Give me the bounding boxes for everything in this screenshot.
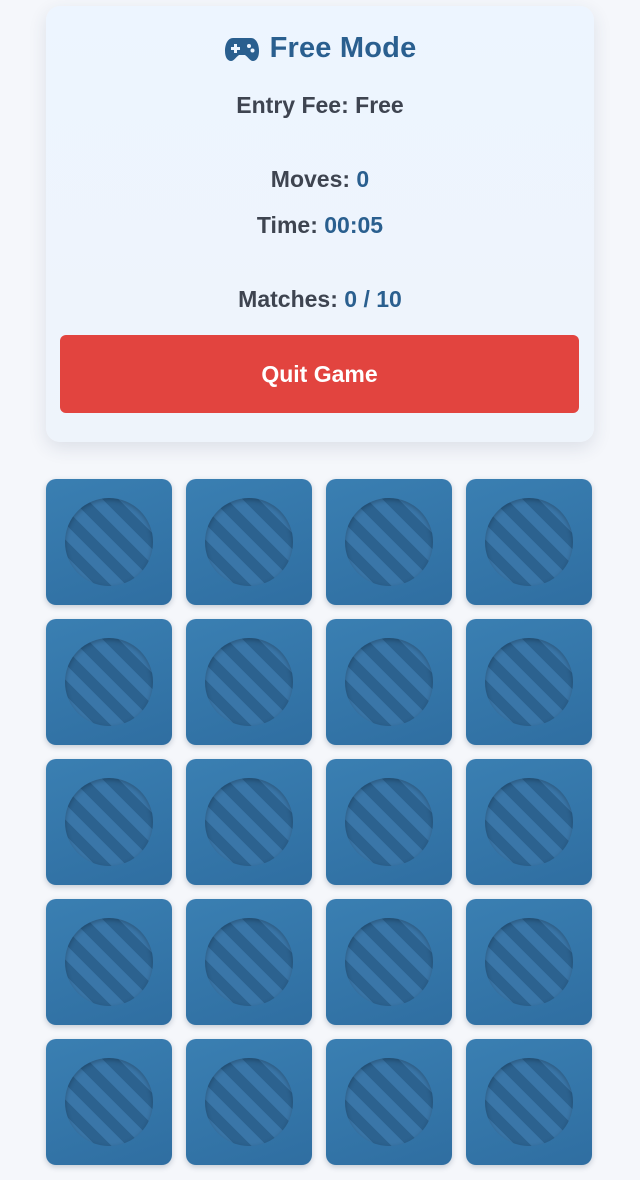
timer: Time: 00:05 (46, 212, 594, 239)
striped-circle-icon (485, 498, 573, 586)
memory-card[interactable] (46, 899, 172, 1025)
striped-circle-icon (65, 918, 153, 1006)
entry-fee: Entry Fee: Free (46, 92, 594, 119)
memory-card[interactable] (46, 479, 172, 605)
memory-card[interactable] (326, 899, 452, 1025)
moves-value: 0 (356, 166, 370, 192)
striped-circle-icon (205, 638, 293, 726)
striped-circle-icon (345, 918, 433, 1006)
memory-card[interactable] (466, 479, 592, 605)
memory-card[interactable] (466, 619, 592, 745)
striped-circle-icon (485, 918, 573, 1006)
entry-fee-value: Free (355, 92, 404, 118)
matches-value: 0 / 10 (344, 286, 402, 312)
matches-label: Matches: (238, 286, 338, 312)
striped-circle-icon (485, 1058, 573, 1146)
moves-label: Moves: (270, 166, 351, 192)
striped-circle-icon (65, 1058, 153, 1146)
memory-card[interactable] (46, 759, 172, 885)
card-grid (46, 479, 594, 1165)
moves-counter: Moves: 0 (46, 166, 594, 193)
memory-card[interactable] (466, 1039, 592, 1165)
striped-circle-icon (65, 498, 153, 586)
striped-circle-icon (345, 1058, 433, 1146)
memory-card[interactable] (326, 759, 452, 885)
memory-card[interactable] (326, 1039, 452, 1165)
title-row: Free Mode (46, 32, 594, 65)
memory-card[interactable] (326, 619, 452, 745)
memory-card[interactable] (186, 1039, 312, 1165)
memory-card[interactable] (466, 759, 592, 885)
entry-fee-label: Entry Fee: (236, 92, 349, 118)
memory-card[interactable] (186, 899, 312, 1025)
game-info-panel: Free Mode Entry Fee: Free Moves: 0 Time:… (46, 6, 594, 442)
striped-circle-icon (345, 638, 433, 726)
striped-circle-icon (345, 778, 433, 866)
gamepad-icon (224, 36, 260, 62)
striped-circle-icon (205, 918, 293, 1006)
striped-circle-icon (205, 778, 293, 866)
quit-game-button[interactable]: Quit Game (60, 335, 579, 413)
memory-card[interactable] (466, 899, 592, 1025)
time-value: 00:05 (324, 212, 384, 238)
memory-card[interactable] (186, 479, 312, 605)
memory-card[interactable] (186, 759, 312, 885)
page-title: Free Mode (269, 32, 417, 64)
striped-circle-icon (205, 1058, 293, 1146)
striped-circle-icon (65, 778, 153, 866)
matches-counter: Matches: 0 / 10 (46, 286, 594, 313)
memory-card[interactable] (46, 1039, 172, 1165)
memory-card[interactable] (46, 619, 172, 745)
memory-card[interactable] (326, 479, 452, 605)
striped-circle-icon (485, 778, 573, 866)
time-label: Time: (256, 212, 318, 238)
striped-circle-icon (485, 638, 573, 726)
striped-circle-icon (345, 498, 433, 586)
striped-circle-icon (205, 498, 293, 586)
memory-card[interactable] (186, 619, 312, 745)
striped-circle-icon (65, 638, 153, 726)
